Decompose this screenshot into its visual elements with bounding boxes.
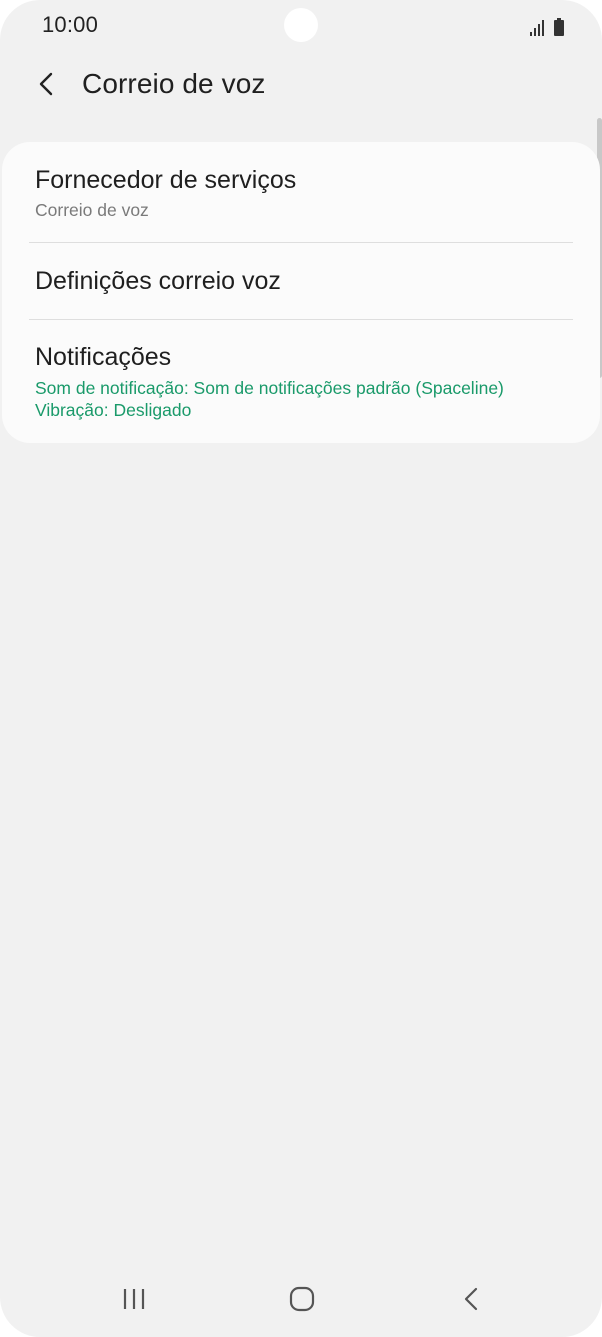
list-item-voicemail-settings[interactable]: Definições correio voz [2, 243, 600, 319]
item-title: Notificações [35, 343, 172, 371]
back-icon [464, 1287, 478, 1311]
list-item-notifications[interactable]: Notificações Som de notificação: Som de … [2, 320, 600, 443]
back-button[interactable] [28, 64, 68, 104]
item-subtitle: Correio de voz [35, 200, 149, 220]
app-bar: Correio de voz [0, 56, 602, 112]
notification-sound-value: Som de notificação: Som de notificações … [35, 378, 504, 398]
settings-card: Fornecedor de serviços Correio de voz De… [2, 142, 600, 443]
status-time: 10:00 [42, 12, 99, 37]
list-item-service-provider[interactable]: Fornecedor de serviços Correio de voz [2, 142, 600, 242]
signal-icon [530, 18, 544, 36]
recents-icon [123, 1289, 145, 1309]
status-icons [530, 14, 564, 36]
item-title: Definições correio voz [35, 267, 281, 295]
home-icon [289, 1286, 315, 1312]
page-title: Correio de voz [82, 68, 266, 99]
status-bar: 10:00 [0, 0, 602, 52]
battery-icon [554, 18, 564, 36]
camera-cutout [284, 8, 318, 42]
recents-button[interactable] [110, 1281, 158, 1317]
navigation-bar [0, 1267, 602, 1337]
item-title: Fornecedor de serviços [35, 166, 297, 194]
phone-screen: 10:00 Correio de voz Fornecedor de servi… [0, 0, 602, 1337]
vibration-value: Vibração: Desligado [35, 400, 192, 420]
chevron-left-icon [39, 72, 53, 96]
home-button[interactable] [278, 1281, 326, 1317]
back-nav-button[interactable] [446, 1281, 494, 1317]
